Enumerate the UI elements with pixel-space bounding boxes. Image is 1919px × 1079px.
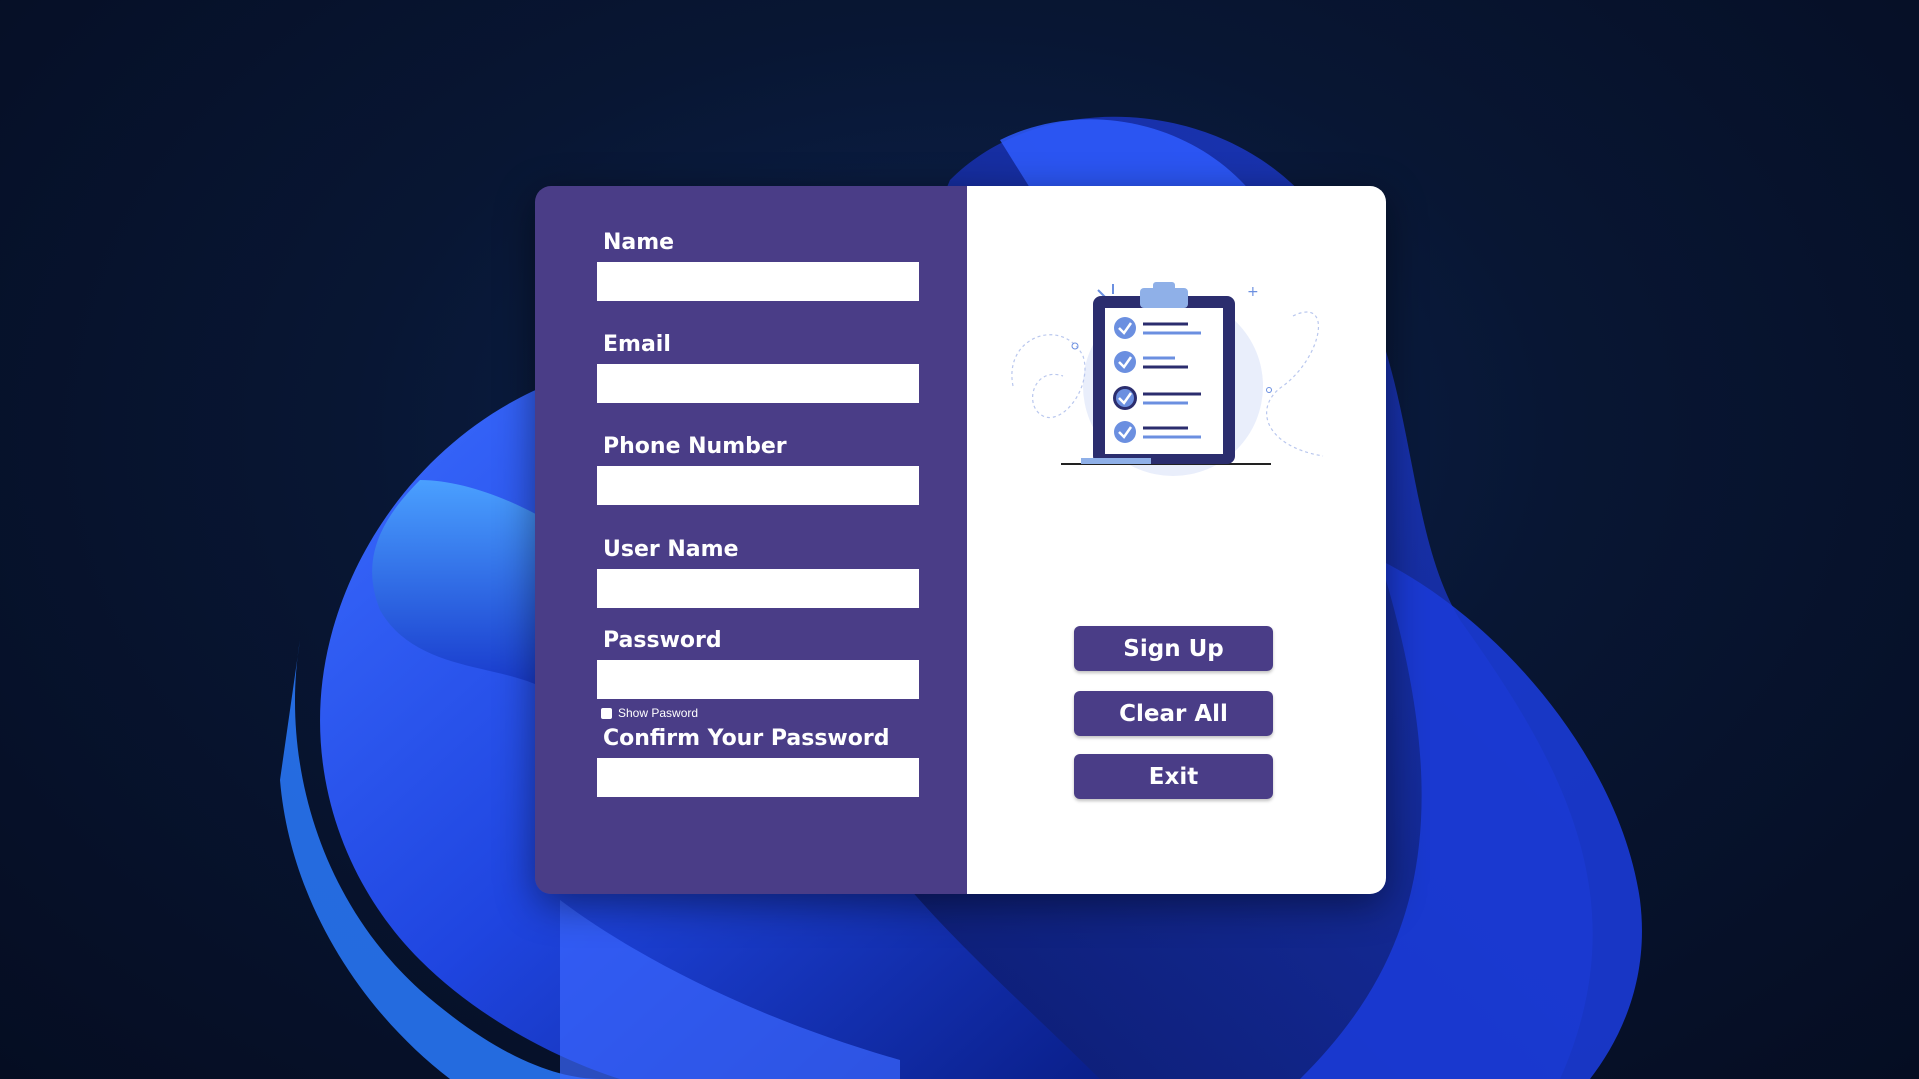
password-input[interactable] xyxy=(597,660,919,699)
email-input[interactable] xyxy=(597,364,919,403)
email-label: Email xyxy=(603,332,671,357)
user-name-input[interactable] xyxy=(597,569,919,608)
form-panel: Name Email Phone Number User Name Passwo… xyxy=(535,186,967,894)
confirm-password-input[interactable] xyxy=(597,758,919,797)
name-input[interactable] xyxy=(597,262,919,301)
clipboard-checklist-icon: + xyxy=(1011,282,1324,476)
actions-panel: + Sign Up Clear All Exit xyxy=(967,186,1386,894)
show-password-checkbox[interactable]: Show Pasword xyxy=(601,706,698,720)
phone-number-label: Phone Number xyxy=(603,434,787,459)
signup-window: Name Email Phone Number User Name Passwo… xyxy=(535,186,1386,894)
phone-number-input[interactable] xyxy=(597,466,919,505)
desktop: Name Email Phone Number User Name Passwo… xyxy=(0,0,1919,1079)
svg-text:+: + xyxy=(1247,284,1259,300)
show-password-label: Show Pasword xyxy=(618,706,699,720)
checkbox-icon[interactable] xyxy=(601,707,612,719)
sign-up-button[interactable]: Sign Up xyxy=(1074,626,1273,671)
confirm-password-label: Confirm Your Password xyxy=(603,726,890,751)
name-label: Name xyxy=(603,230,675,255)
exit-button[interactable]: Exit xyxy=(1074,754,1273,799)
user-name-label: User Name xyxy=(603,537,739,562)
clear-all-button[interactable]: Clear All xyxy=(1074,691,1273,736)
password-label: Password xyxy=(603,628,722,653)
